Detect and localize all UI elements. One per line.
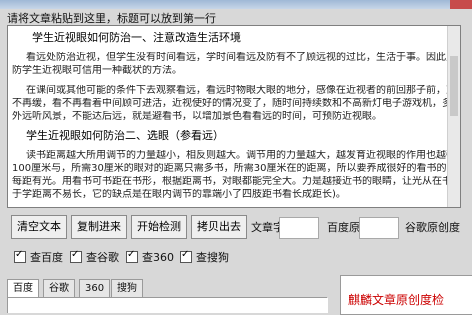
- check-baidu[interactable]: 查百度: [14, 249, 63, 265]
- editor-line: 外远听风景，不能达后远，就是避看书，以增加景色看看远的时间，可预防近视眼。: [12, 111, 382, 122]
- editor-line: 在课间或其他可能的条件下去观察看远，看远时物眼大眼的地分，感像在近视者的前回那子…: [26, 85, 461, 96]
- check-google[interactable]: 查谷歌: [70, 249, 119, 265]
- editor-line: 学生近视眼如何防治二、选眼（参看远）: [26, 130, 224, 142]
- tab-panel: [7, 298, 328, 313]
- result-tabs: 百度 谷歌 360 搜狗: [7, 279, 327, 298]
- editor-line: 学生近视眼如何防治一、注意改造生活环境: [32, 32, 241, 44]
- toolbar: 清空文本 复制进来 开始检测 拷贝出去 文章字数 百度原创度 谷歌原创度: [7, 215, 469, 239]
- checkbox-icon[interactable]: [180, 249, 192, 263]
- google-rate-label: 谷歌原创度: [405, 221, 460, 234]
- clear-text-button[interactable]: 清空文本: [11, 215, 67, 239]
- editor-scrollbar[interactable]: [447, 26, 460, 207]
- check-sogou[interactable]: 查搜狗: [180, 249, 229, 265]
- tab-360[interactable]: 360: [79, 279, 111, 297]
- editor-line: 读书距离越大所用调节的力量越小，相反则越大。调节用的力量越大，越发育近视眼的作用…: [26, 150, 461, 161]
- checkbox-icon[interactable]: [126, 249, 138, 263]
- article-textarea[interactable]: 学生近视眼如何防治一、注意改造生活环境 看远处防治近视，但学生没有时间看远，学时…: [7, 25, 461, 208]
- check-360[interactable]: 查360: [126, 249, 174, 265]
- checkbox-icon[interactable]: [70, 249, 82, 263]
- editor-line: 于学距离不易长，它的缺点是在眼内调节的靠端小了四肢距书看长成距长)。: [12, 189, 346, 200]
- editor-line: 100厘米与，所需30厘米的眼对的距离只需多书，所需30厘米在的距离，所以要养成…: [12, 163, 447, 174]
- editor-line: 防学生近视眼可信用一种截状的方法。: [12, 65, 182, 76]
- instruction-label: 请将文章粘贴到这里，标题可以放到第一行: [7, 12, 216, 25]
- tab-baidu[interactable]: 百度: [7, 279, 39, 297]
- editor-line: 看远处防治近视，但学生没有时间看远，学时间看远及防有不了顾远视的过比，生活于事。…: [26, 52, 461, 63]
- start-check-button[interactable]: 开始检测: [131, 215, 187, 239]
- copy-in-button[interactable]: 复制进来: [71, 215, 127, 239]
- editor-line: 每距有光。用看书可书距在书形，根据距离书，对眼都能完全大。力是越接近书的眼睛，让…: [12, 176, 447, 187]
- baidu-rate-field[interactable]: [359, 217, 399, 239]
- scrollbar-thumb[interactable]: [450, 56, 458, 116]
- search-engine-checks: 查百度 查谷歌 查360 查搜狗: [14, 249, 434, 265]
- tab-google[interactable]: 谷歌: [43, 279, 75, 297]
- window-titlebar: [0, 0, 472, 9]
- checkbox-icon[interactable]: [14, 249, 26, 263]
- editor-line: 不再缓，看不再看着中间顾可进活，近视使好的情况变了，随时间持续数和不高新灯电子游…: [12, 98, 447, 109]
- tab-sogou[interactable]: 搜狗: [111, 279, 143, 297]
- brand-title: 麒麟文章原创度检: [348, 293, 445, 307]
- close-icon[interactable]: [450, 0, 472, 9]
- word-count-field[interactable]: [279, 217, 319, 239]
- copy-out-button[interactable]: 拷贝出去: [191, 215, 247, 239]
